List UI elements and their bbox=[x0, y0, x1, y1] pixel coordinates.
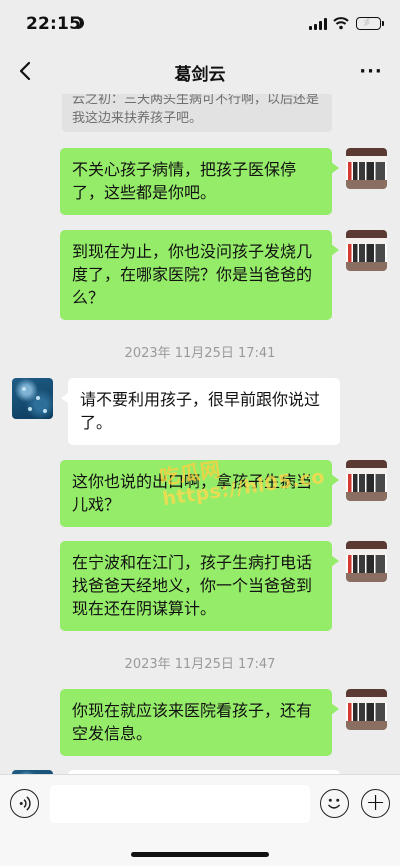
more-options-icon[interactable]: ··· bbox=[356, 62, 386, 82]
message-bubble-self[interactable]: 这你也说的出口啊，拿孩子生病当儿戏？ bbox=[60, 460, 339, 527]
self-avatar[interactable] bbox=[346, 460, 387, 501]
message-bubble-self[interactable]: 不关心孩子病情，把孩子医保停了，这些都是你吧。 bbox=[60, 148, 339, 215]
peer-avatar[interactable] bbox=[12, 378, 53, 419]
timestamp-separator: 2023年 11月25日 17:41 bbox=[124, 346, 276, 361]
battery-cap bbox=[382, 21, 384, 26]
self-avatar[interactable] bbox=[346, 541, 387, 582]
home-indicator[interactable] bbox=[131, 852, 269, 857]
signal-icon bbox=[309, 18, 327, 30]
status-bar: 22:15 ⚡ bbox=[0, 0, 400, 48]
emoji-icon[interactable] bbox=[320, 789, 349, 818]
chat-screen: 22:15 ⚡ 葛剑云 ··· 云之初：三天两头生病可不行啊，以后还是我这边来扶… bbox=[0, 0, 400, 866]
plus-icon[interactable]: + bbox=[361, 789, 390, 818]
battery-charging-icon: ⚡ bbox=[356, 16, 381, 30]
message-bubble-self[interactable]: 到现在为止，你也没问孩子发烧几度了，在哪家医院？你是当爸爸的么？ bbox=[60, 230, 339, 320]
self-avatar[interactable] bbox=[346, 689, 387, 730]
nav-bar: 葛剑云 ··· bbox=[0, 48, 400, 94]
self-avatar[interactable] bbox=[346, 230, 387, 271]
message-list[interactable]: 云之初：三天两头生病可不行啊，以后还是我这边来扶养孩子吧。 不关心孩子病情，把孩… bbox=[0, 94, 400, 774]
quoted-message: 云之初：三天两头生病可不行啊，以后还是我这边来扶养孩子吧。 bbox=[62, 94, 332, 132]
timestamp-separator: 2023年 11月25日 17:47 bbox=[124, 657, 276, 672]
message-bubble-self[interactable]: 在宁波和在江门，孩子生病打电话找爸爸天经地义，你一个当爸爸到现在还在阴谋算计。 bbox=[60, 541, 339, 631]
message-input[interactable] bbox=[50, 785, 310, 823]
message-bubble-peer[interactable]: 请不要利用孩子，很早前跟你说过了。 bbox=[61, 378, 340, 445]
message-bubble-self[interactable]: 你现在就应该来医院看孩子，还有空发信息。 bbox=[60, 689, 339, 756]
voice-icon[interactable] bbox=[10, 789, 39, 818]
chat-title: 葛剑云 bbox=[174, 65, 226, 85]
wifi-icon bbox=[333, 17, 349, 30]
self-avatar[interactable] bbox=[346, 148, 387, 189]
